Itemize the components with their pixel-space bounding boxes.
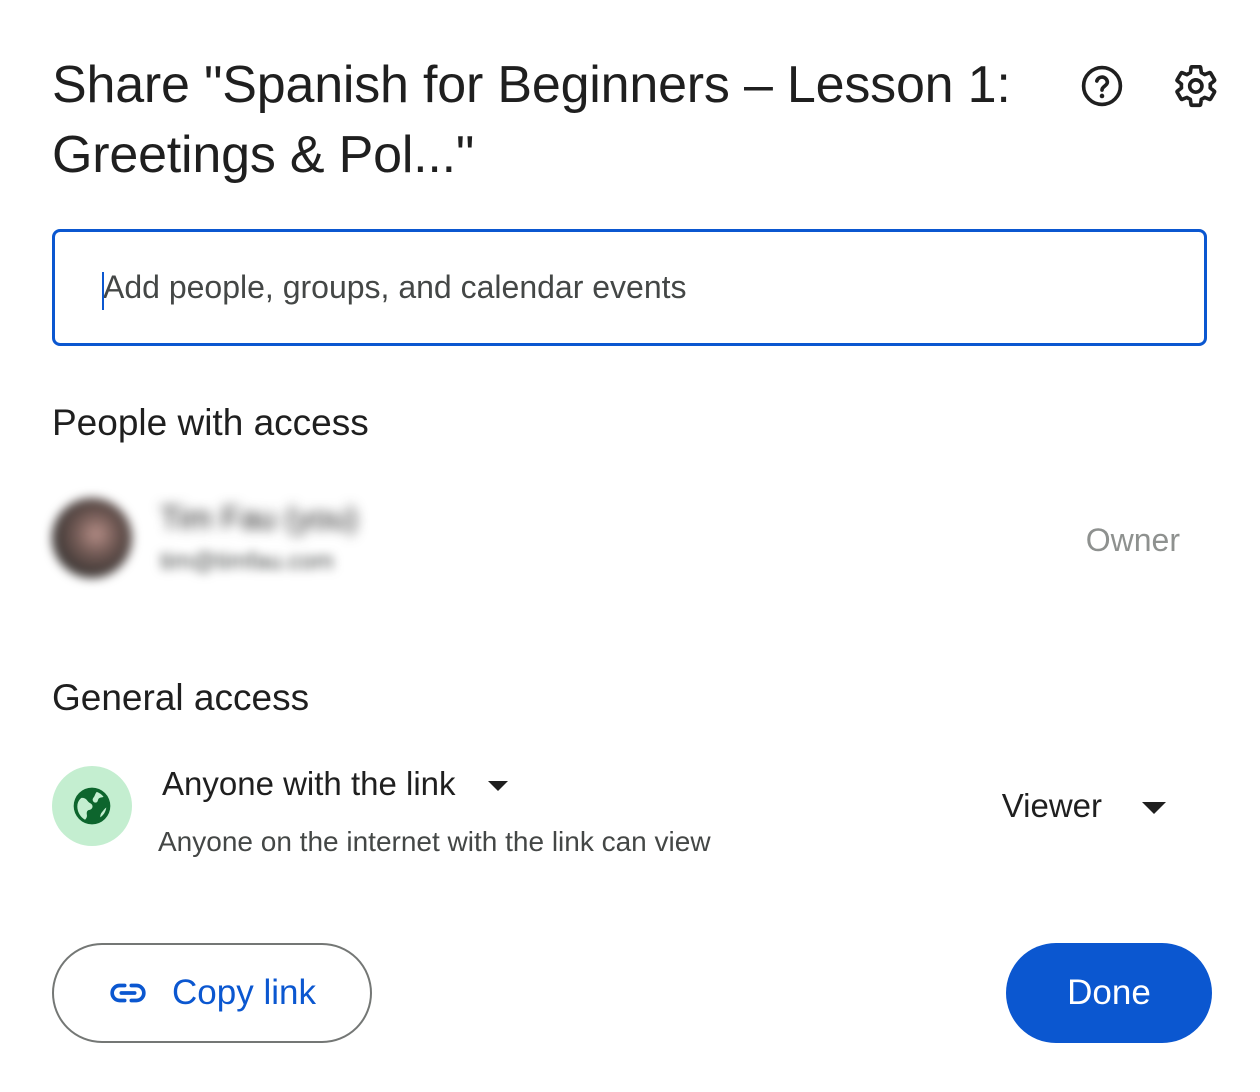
people-with-access-heading: People with access bbox=[52, 402, 369, 443]
help-icon[interactable] bbox=[1078, 62, 1126, 110]
person-role: Owner bbox=[1085, 522, 1180, 558]
general-access-description: Anyone on the internet with the link can… bbox=[158, 826, 711, 857]
share-dialog: Share "Spanish for Beginners – Lesson 1:… bbox=[0, 0, 1260, 1092]
copy-link-button[interactable]: Copy link bbox=[52, 943, 372, 1043]
done-button[interactable]: Done bbox=[1006, 943, 1212, 1043]
caret-down-icon bbox=[487, 781, 508, 791]
person-name: Tim Fau (you) bbox=[160, 500, 358, 536]
globe-icon bbox=[52, 766, 132, 846]
dialog-title: Share "Spanish for Beginners – Lesson 1:… bbox=[52, 56, 1011, 184]
general-access-heading: General access bbox=[52, 677, 310, 718]
caret-down-icon bbox=[1142, 802, 1166, 814]
person-row[interactable]: Tim Fau (you) tim@timfau.com Owner bbox=[52, 494, 1192, 586]
role-label: Viewer bbox=[1001, 787, 1102, 824]
general-access-scope: Anyone with the link bbox=[162, 765, 456, 802]
copy-link-label: Copy link bbox=[172, 973, 316, 1012]
add-people-input[interactable] bbox=[103, 232, 1163, 343]
general-access-dropdown[interactable]: Anyone with the link bbox=[162, 762, 508, 806]
add-people-field[interactable] bbox=[52, 229, 1207, 346]
general-access-row: Anyone with the link Anyone on the inter… bbox=[52, 762, 1192, 872]
done-label: Done bbox=[1067, 973, 1151, 1012]
gear-icon[interactable] bbox=[1172, 62, 1220, 110]
text-cursor bbox=[102, 272, 104, 310]
link-icon bbox=[108, 973, 148, 1013]
avatar bbox=[52, 498, 132, 578]
person-email: tim@timfau.com bbox=[160, 548, 334, 575]
role-dropdown[interactable]: Viewer bbox=[1002, 784, 1166, 828]
